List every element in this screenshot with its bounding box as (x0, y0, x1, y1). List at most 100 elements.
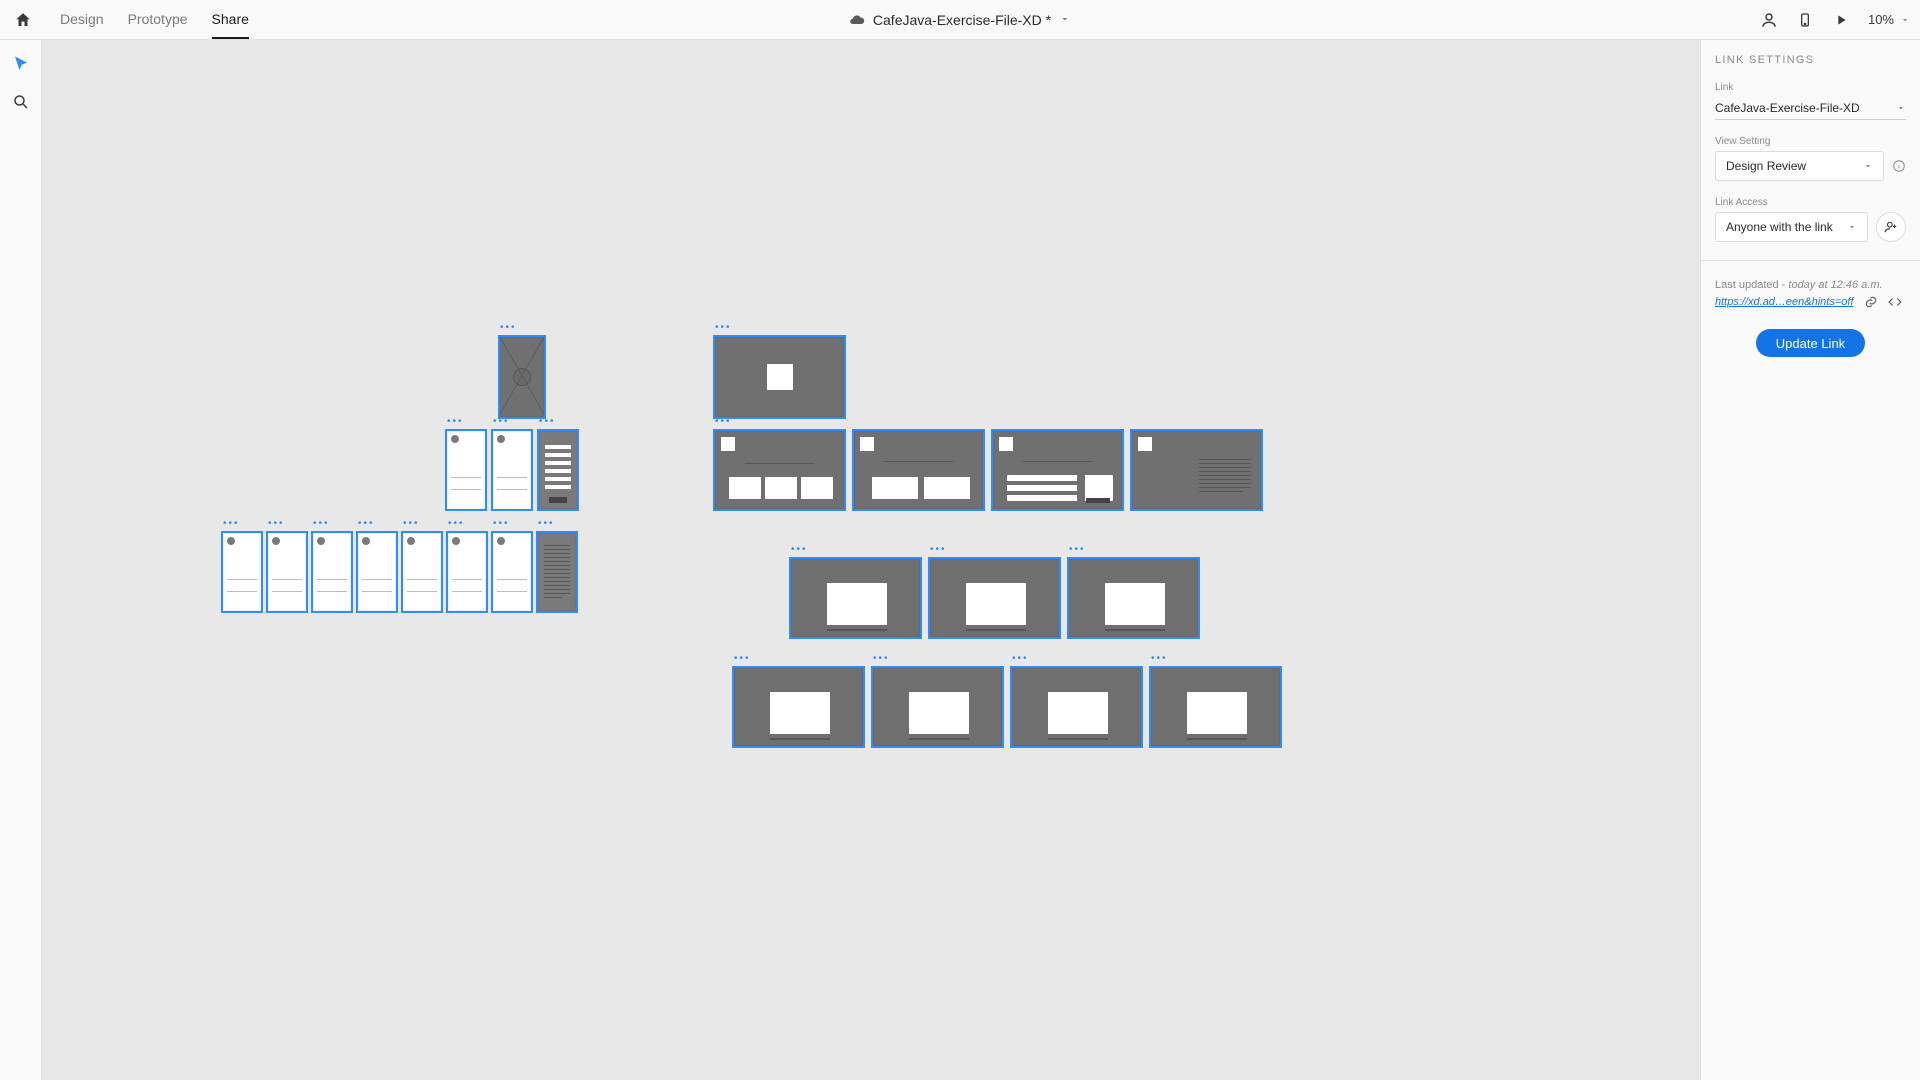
panel-divider (1701, 260, 1920, 261)
link-access-label: Link Access (1715, 197, 1906, 208)
view-setting-label: View Setting (1715, 136, 1906, 147)
artboard-mobile-list-1[interactable]: ••• (445, 429, 487, 511)
logo-dot-icon (407, 537, 415, 545)
logo-dot-icon (451, 435, 459, 443)
link-settings-panel: LINK SETTINGS Link CafeJava-Exercise-Fil… (1700, 40, 1920, 1080)
link-name-dropdown[interactable]: CafeJava-Exercise-File-XD (1715, 97, 1906, 120)
embed-code-icon[interactable] (1888, 295, 1902, 309)
user-add-icon (1884, 220, 1898, 234)
zoom-tool-icon[interactable] (11, 92, 31, 112)
logo-dot-icon (227, 537, 235, 545)
artboard-web-card-6[interactable]: ••• (1010, 666, 1143, 748)
document-title-area[interactable]: CafeJava-Exercise-File-XD * (849, 12, 1071, 28)
last-updated-prefix: Last updated - (1715, 279, 1788, 291)
artboard-mobile-detail-5[interactable]: ••• (401, 531, 443, 613)
divider (451, 489, 481, 490)
zoom-value: 10% (1868, 12, 1894, 27)
last-updated-text: Last updated - today at 12:46 a.m. (1715, 279, 1906, 291)
flow-indicator-icon: ••• (1012, 656, 1029, 662)
chevron-down-icon (1863, 161, 1873, 171)
flow-indicator-icon: ••• (447, 419, 464, 425)
link-icon[interactable] (1864, 295, 1878, 309)
logo-dot-icon (272, 537, 280, 545)
artboard-mobile-splash[interactable]: ••• (498, 335, 546, 419)
chevron-down-icon (1059, 12, 1071, 28)
share-url-link[interactable]: https://xd.ad…een&hints=off (1715, 296, 1854, 308)
home-badge-icon (860, 437, 874, 451)
mode-tabs: Design Prototype Share (60, 1, 249, 39)
app-topbar: Design Prototype Share CafeJava-Exercise… (0, 0, 1920, 40)
artboard-mobile-text[interactable]: ••• (536, 531, 578, 613)
artboard-web-card-5[interactable]: ••• (871, 666, 1004, 748)
cloud-icon (849, 12, 865, 28)
artboard-mobile-detail-3[interactable]: ••• (311, 531, 353, 613)
artboard-web-home[interactable]: ••• (713, 429, 846, 511)
artboard-mobile-detail-2[interactable]: ••• (266, 531, 308, 613)
view-setting-dropdown[interactable]: Design Review (1715, 151, 1884, 181)
flow-indicator-icon: ••• (538, 521, 555, 527)
topbar-right: 10% (1760, 11, 1910, 29)
artboard-web-text[interactable] (1130, 429, 1263, 511)
update-link-button[interactable]: Update Link (1756, 329, 1865, 357)
divider (497, 489, 527, 490)
zoom-dropdown[interactable]: 10% (1868, 12, 1910, 27)
artboard-mobile-detail-6[interactable]: ••• (446, 531, 488, 613)
tab-design[interactable]: Design (60, 1, 104, 39)
mobile-preview-icon[interactable] (1796, 11, 1814, 29)
info-icon[interactable] (1892, 159, 1906, 173)
chevron-down-icon (1896, 103, 1906, 113)
flow-indicator-icon: ••• (268, 521, 285, 527)
placeholder-cross-icon (500, 337, 544, 414)
logo-dot-icon (497, 435, 505, 443)
account-icon[interactable] (1760, 11, 1778, 29)
flow-indicator-icon: ••• (873, 656, 890, 662)
home-badge-icon (721, 437, 735, 451)
artboard-mobile-detail-7[interactable]: ••• (491, 531, 533, 613)
link-field-label: Link (1715, 82, 1906, 93)
desktop-preview-icon[interactable] (1832, 11, 1850, 29)
artboard-web-card-7[interactable]: ••• (1149, 666, 1282, 748)
canvas[interactable]: ••• ••• ••• ••• ••• ••• ••• ••• ••• ••• … (42, 40, 1700, 1080)
view-setting-value: Design Review (1726, 159, 1806, 173)
flow-indicator-icon: ••• (1151, 656, 1168, 662)
flow-indicator-icon: ••• (1069, 547, 1086, 553)
logo-dot-icon (362, 537, 370, 545)
flow-indicator-icon: ••• (734, 656, 751, 662)
link-name-value: CafeJava-Exercise-File-XD (1715, 101, 1860, 115)
flow-indicator-icon: ••• (493, 419, 510, 425)
flow-indicator-icon: ••• (715, 419, 732, 425)
artboard-mobile-detail-1[interactable]: ••• (221, 531, 263, 613)
artboard-web-card-4[interactable]: ••• (732, 666, 865, 748)
artboard-mobile-list-2[interactable]: ••• (491, 429, 533, 511)
artboard-mobile-detail-4[interactable]: ••• (356, 531, 398, 613)
link-access-value: Anyone with the link (1726, 220, 1833, 234)
tab-share[interactable]: Share (212, 1, 249, 39)
artboard-web-splash[interactable]: ••• (713, 335, 846, 419)
flow-indicator-icon: ••• (448, 521, 465, 527)
artboard-web-card-2[interactable]: ••• (928, 557, 1061, 639)
tab-prototype[interactable]: Prototype (128, 1, 188, 39)
left-tool-rail (0, 40, 42, 1080)
home-badge-icon (999, 437, 1013, 451)
flow-indicator-icon: ••• (539, 419, 556, 425)
flow-indicator-icon: ••• (930, 547, 947, 553)
home-icon[interactable] (14, 11, 32, 29)
link-access-dropdown[interactable]: Anyone with the link (1715, 212, 1868, 242)
artboard-web-card-3[interactable]: ••• (1067, 557, 1200, 639)
flow-indicator-icon: ••• (791, 547, 808, 553)
chevron-down-icon (1900, 15, 1910, 25)
artboard-web-layout-2col[interactable] (852, 429, 985, 511)
invite-user-button[interactable] (1876, 212, 1906, 242)
flow-indicator-icon: ••• (223, 521, 240, 527)
artboard-mobile-menu[interactable]: ••• (537, 429, 579, 511)
panel-heading: LINK SETTINGS (1715, 54, 1906, 66)
divider (451, 477, 481, 478)
flow-indicator-icon: ••• (493, 521, 510, 527)
artboard-web-form[interactable] (991, 429, 1124, 511)
artboard-web-card-1[interactable]: ••• (789, 557, 922, 639)
select-tool-icon[interactable] (11, 54, 31, 74)
flow-indicator-icon: ••• (358, 521, 375, 527)
logo-dot-icon (317, 537, 325, 545)
last-updated-value: today at 12:46 a.m. (1788, 279, 1882, 291)
divider (497, 477, 527, 478)
